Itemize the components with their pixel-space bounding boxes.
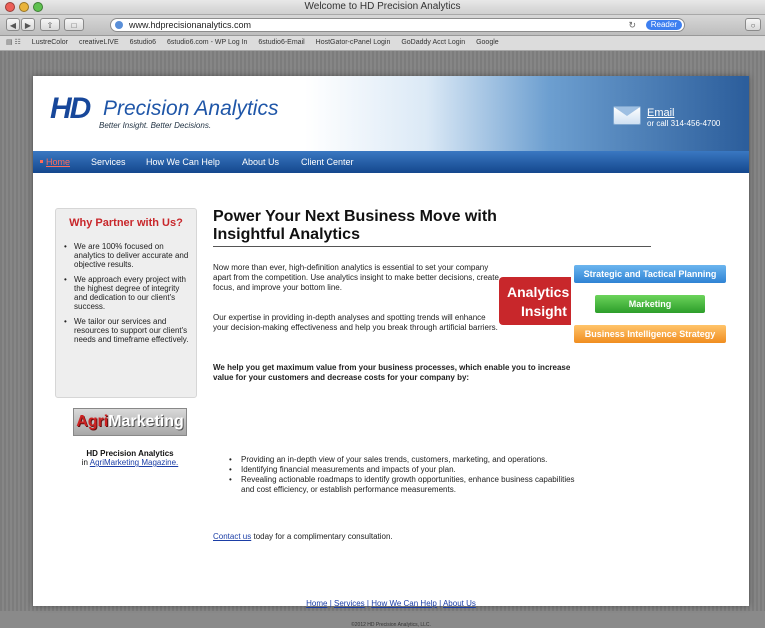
email-link[interactable]: Email — [647, 107, 675, 119]
agrimarketing-magazine-link[interactable]: AgriMarketing Magazine. — [90, 458, 178, 467]
intro-paragraph: Now more than ever, high-definition anal… — [213, 263, 499, 292]
contact-line: Contact us today for a complimentary con… — [213, 532, 393, 541]
share-icon[interactable]: ⇧ — [40, 18, 60, 31]
list-item: Revealing actionable roadmaps to identif… — [229, 475, 589, 495]
footer-link-about-us[interactable]: About Us — [443, 599, 476, 608]
bookmark-item[interactable]: Google — [476, 36, 499, 50]
list-item: Identifying financial measurements and i… — [229, 465, 589, 475]
footer-link-home[interactable]: Home — [306, 599, 327, 608]
logo-mark[interactable]: HD — [50, 92, 91, 126]
reload-icon[interactable]: ↻ — [628, 19, 636, 31]
page-title: Power Your Next Business Move with Insig… — [213, 208, 497, 243]
why-partner-box: Why Partner with Us? We are 100% focused… — [55, 208, 197, 398]
forward-button[interactable]: ▶ — [21, 18, 35, 31]
analytics-insight-line1: Analytics — [507, 284, 570, 300]
list-item: We tailor our services and resources to … — [64, 317, 192, 344]
copyright: ©2012 HD Precision Analytics, LLC. — [351, 622, 431, 628]
nav-item-home[interactable]: Home — [46, 157, 70, 167]
footer-link-services[interactable]: Services — [334, 599, 365, 608]
nav-active-marker — [40, 160, 43, 163]
title-divider — [213, 246, 651, 247]
expertise-paragraph: Our expertise in providing in-depth anal… — [213, 313, 498, 332]
value-paragraph: We help you get maximum value from your … — [213, 363, 571, 382]
nav-item-services[interactable]: Services — [91, 157, 126, 167]
bookmark-item[interactable]: creativeLIVE — [79, 36, 119, 50]
reading-list-icon[interactable]: □ — [64, 18, 84, 31]
agrimarketing-caption-title: HD Precision Analytics — [86, 449, 174, 458]
page-viewport[interactable]: HD Precision Analytics Better Insight. B… — [0, 51, 765, 628]
bookmark-item[interactable]: 6studio6.com - WP Log In — [167, 36, 247, 50]
footer-link-how-we-can-help[interactable]: How We Can Help — [371, 599, 437, 608]
agrimarketing-logo[interactable]: AgriMarketing — [73, 408, 187, 436]
logo-name[interactable]: Precision Analytics — [103, 97, 278, 121]
nav-item-how-we-can-help[interactable]: How We Can Help — [146, 157, 220, 167]
strategic-planning-tag: Strategic and Tactical Planning — [574, 265, 726, 283]
email-envelope-icon[interactable] — [613, 106, 641, 125]
analytics-insight-badge: Analytics Insight — [499, 277, 571, 325]
agrimarketing-logo-marketing: Marketing — [108, 413, 184, 430]
nav-item-client-center[interactable]: Client Center — [301, 157, 354, 167]
list-item: We approach every project with the highe… — [64, 275, 192, 311]
bookmark-item[interactable]: LustreColor — [32, 36, 68, 50]
agrimarketing-caption-in: in — [81, 458, 90, 467]
bookmark-item[interactable]: 6studio6 — [130, 36, 156, 50]
marketing-tag: Marketing — [595, 295, 705, 313]
agrimarketing-logo-agri: Agri — [76, 413, 109, 430]
site-header: HD Precision Analytics Better Insight. B… — [33, 76, 749, 151]
bookmark-item[interactable]: HostGator-cPanel Login — [316, 36, 391, 50]
benefits-list: Providing an in-depth view of your sales… — [229, 455, 589, 495]
address-bar[interactable]: www.hdprecisionanalytics.com ↻ Reader — [110, 18, 685, 32]
business-intelligence-tag: Business Intelligence Strategy — [574, 325, 726, 343]
agrimarketing-caption: HD Precision Analytics in AgriMarketing … — [55, 449, 205, 467]
contact-us-link[interactable]: Contact us — [213, 532, 251, 541]
logo-tagline: Better Insight. Better Decisions. — [99, 121, 212, 130]
url-text: www.hdprecisionanalytics.com — [129, 20, 252, 30]
why-partner-list: We are 100% focused on analytics to deli… — [64, 242, 192, 350]
list-item: We are 100% focused on analytics to deli… — [64, 242, 192, 269]
footer-nav: Home | Services | How We Can Help | Abou… — [33, 599, 749, 608]
bookmarks-bar: ▤ ☷ LustreColor creativeLIVE 6studio6 6s… — [0, 36, 765, 51]
downloads-icon[interactable]: ○ — [745, 18, 761, 31]
bookmarks-icon[interactable]: ▤ ☷ — [6, 36, 21, 50]
bookmark-item[interactable]: GoDaddy Acct Login — [401, 36, 465, 50]
browser-toolbar: ◀ ▶ ⇧ □ www.hdprecisionanalytics.com ↻ R… — [0, 15, 765, 36]
site-icon — [115, 21, 123, 29]
window-title: Welcome to HD Precision Analytics — [304, 1, 461, 12]
phone-number: or call 314-456-4700 — [647, 119, 721, 128]
contact-text: today for a complimentary consultation. — [251, 532, 393, 541]
list-item: Providing an in-depth view of your sales… — [229, 455, 589, 465]
bookmark-item[interactable]: 6studio6-Email — [258, 36, 304, 50]
nav-item-about-us[interactable]: About Us — [242, 157, 279, 167]
main-nav: Home Services How We Can Help About Us C… — [33, 151, 749, 173]
reader-button[interactable]: Reader — [645, 20, 682, 30]
page-content: HD Precision Analytics Better Insight. B… — [33, 76, 749, 628]
back-button[interactable]: ◀ — [6, 18, 20, 31]
analytics-insight-line2: Insight — [521, 303, 567, 319]
why-partner-title: Why Partner with Us? — [69, 217, 183, 229]
window-titlebar: Welcome to HD Precision Analytics — [0, 0, 765, 15]
